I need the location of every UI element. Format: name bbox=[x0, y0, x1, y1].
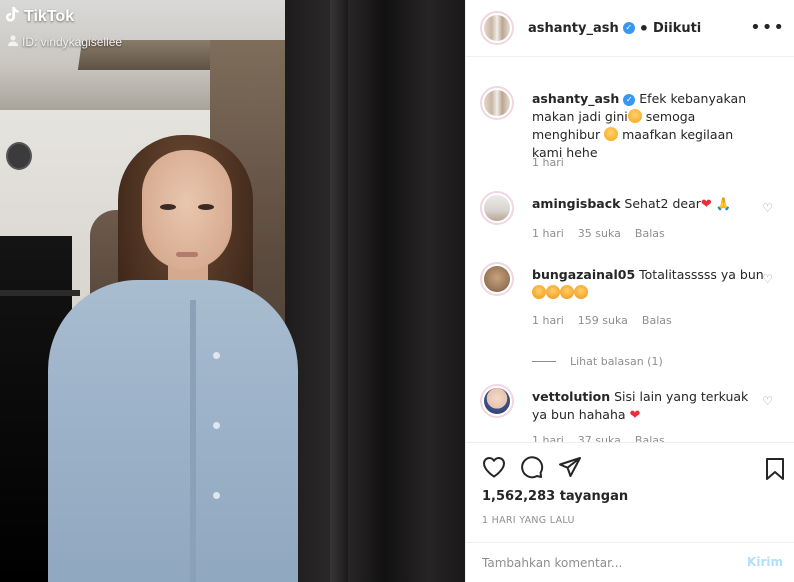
comment-bubble-icon[interactable] bbox=[520, 455, 544, 479]
like-comment-heart-icon[interactable]: ♡ bbox=[762, 272, 773, 286]
like-heart-icon[interactable] bbox=[482, 456, 506, 478]
more-options-icon[interactable]: ••• bbox=[750, 17, 785, 38]
comment-likes[interactable]: 37 suka bbox=[578, 434, 621, 442]
clock bbox=[6, 142, 32, 170]
comment-time[interactable]: 1 hari bbox=[532, 314, 564, 327]
woman-eye bbox=[198, 204, 214, 210]
view-replies-label[interactable]: Lihat balasan (1) bbox=[570, 355, 663, 368]
door bbox=[285, 0, 465, 582]
verified-badge-icon: ✓ bbox=[622, 22, 635, 34]
share-paper-plane-icon[interactable] bbox=[558, 456, 582, 478]
grimace-emoji-icon bbox=[627, 109, 642, 123]
shirt-button bbox=[213, 352, 220, 359]
comment-username[interactable]: amingisback bbox=[532, 196, 620, 211]
comment-likes[interactable]: 159 suka bbox=[578, 314, 628, 327]
door-edge bbox=[330, 0, 348, 582]
comments-list[interactable]: ashanty_ash ✓ Efek kebanyakan makan jadi g… bbox=[466, 58, 794, 442]
avatar[interactable] bbox=[480, 384, 514, 418]
comment-username[interactable]: bungazainal05 bbox=[532, 267, 635, 282]
comment-meta: 1 hari 159 suka Balas bbox=[532, 314, 672, 327]
tongue-emoji-icon bbox=[574, 285, 588, 299]
view-count[interactable]: 1,562,283 tayangan bbox=[482, 489, 628, 504]
shirt-placket bbox=[190, 300, 196, 582]
shirt-button bbox=[213, 422, 220, 429]
replies-divider bbox=[532, 361, 556, 362]
tiktok-brand-text: TikTok bbox=[24, 7, 75, 25]
comment-text: Totalitasssss ya bun bbox=[639, 267, 764, 282]
comment-time[interactable]: 1 hari bbox=[532, 227, 564, 240]
woman-mouth bbox=[176, 252, 198, 257]
following-button[interactable]: Diikuti bbox=[653, 21, 701, 36]
piano-edge bbox=[0, 290, 80, 296]
grimace-emoji-icon bbox=[604, 127, 619, 141]
bookmark-icon[interactable] bbox=[765, 457, 785, 485]
comment-body: amingisback Sehat2 dear❤ 🙏 bbox=[532, 195, 764, 214]
avatar[interactable] bbox=[480, 11, 514, 45]
post-header: ashanty_ash ✓ • Diikuti ••• bbox=[466, 0, 794, 57]
avatar[interactable] bbox=[480, 86, 514, 120]
comment-username[interactable]: vettolution bbox=[532, 389, 610, 404]
post-actions: 1,562,283 tayangan 1 HARI YANG LALU bbox=[466, 442, 794, 542]
tiktok-user-id: ID: vindykagisellee bbox=[8, 35, 122, 49]
post-media[interactable]: TikTok ID: vindykagisellee bbox=[0, 0, 465, 582]
reply-button[interactable]: Balas bbox=[642, 314, 672, 327]
verified-badge-icon: ✓ bbox=[623, 94, 636, 106]
avatar[interactable] bbox=[480, 262, 514, 296]
header-username[interactable]: ashanty_ash bbox=[528, 21, 619, 36]
user-icon bbox=[8, 35, 18, 49]
caption-username[interactable]: ashanty_ash bbox=[532, 91, 619, 106]
comment-likes[interactable]: 35 suka bbox=[578, 227, 621, 240]
red-heart-icon: ❤ bbox=[700, 197, 712, 212]
tongue-emoji-icon bbox=[546, 285, 560, 299]
comment-meta: 1 hari 37 suka Balas bbox=[532, 434, 665, 442]
avatar[interactable] bbox=[480, 191, 514, 225]
comment-body: vettolution Sisi lain yang terkuak ya bun… bbox=[532, 388, 764, 425]
tiktok-id-text: ID: vindykagisellee bbox=[22, 35, 123, 49]
view-replies[interactable]: Lihat balasan (1) bbox=[532, 355, 663, 368]
tiktok-icon bbox=[6, 6, 20, 27]
tongue-emoji-icon bbox=[560, 285, 574, 299]
comment-input[interactable] bbox=[482, 555, 732, 570]
like-comment-heart-icon[interactable]: ♡ bbox=[762, 201, 773, 215]
caption-meta: 1 hari bbox=[532, 156, 564, 169]
woman-shirt bbox=[48, 280, 298, 582]
post-sidebar: ashanty_ash ✓ • Diikuti ••• ashanty_ash ✓… bbox=[465, 0, 794, 582]
post-comment-button[interactable]: Kirim bbox=[747, 555, 783, 569]
comment-body: bungazainal05 Totalitasssss ya bun bbox=[532, 266, 764, 302]
tongue-emoji-icon bbox=[532, 285, 546, 299]
praying-hands-icon: 🙏 bbox=[715, 196, 732, 211]
like-comment-heart-icon[interactable]: ♡ bbox=[762, 394, 773, 408]
comment-time[interactable]: 1 hari bbox=[532, 434, 564, 442]
comment-text: Sehat2 dear bbox=[624, 196, 701, 211]
tiktok-watermark: TikTok bbox=[6, 6, 74, 27]
reply-button[interactable]: Balas bbox=[635, 434, 665, 442]
red-heart-icon: ❤ bbox=[629, 408, 641, 423]
add-comment-bar: Kirim bbox=[466, 542, 794, 582]
separator: • bbox=[638, 18, 649, 38]
reply-button[interactable]: Balas bbox=[635, 227, 665, 240]
comment-meta: 1 hari 35 suka Balas bbox=[532, 227, 665, 240]
caption-body: ashanty_ash ✓ Efek kebanyakan makan jadi g… bbox=[532, 90, 764, 162]
shirt-button bbox=[213, 492, 220, 499]
woman-eye bbox=[160, 204, 176, 210]
post-timestamp[interactable]: 1 HARI YANG LALU bbox=[482, 515, 575, 526]
caption-time[interactable]: 1 hari bbox=[532, 156, 564, 169]
